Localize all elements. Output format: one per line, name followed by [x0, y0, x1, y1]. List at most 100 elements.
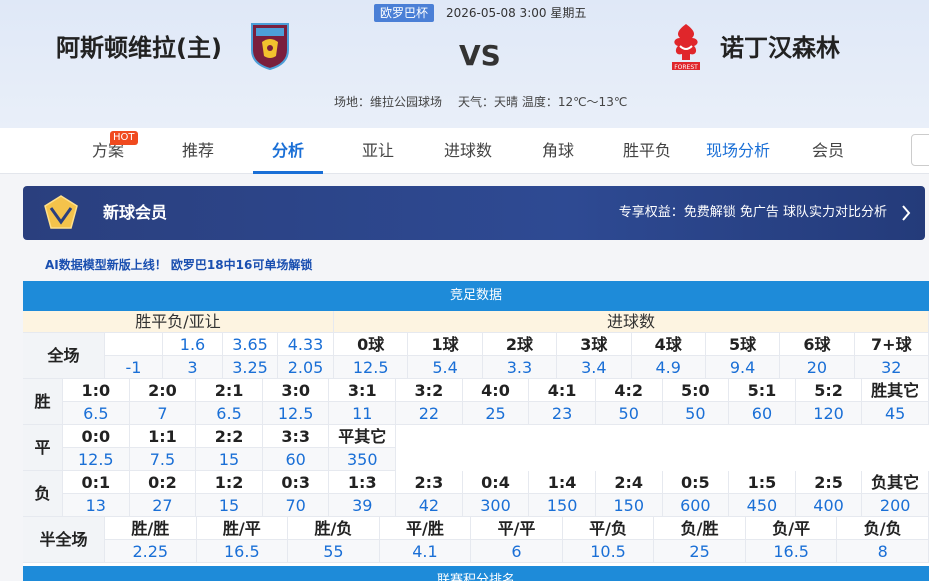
score-odds[interactable]: 45	[862, 402, 929, 425]
score-odds[interactable]: 12.5	[262, 402, 330, 425]
search-box[interactable]	[911, 134, 929, 166]
score-label: 1:5	[729, 471, 796, 494]
half-full-odds[interactable]: 8	[837, 540, 929, 563]
goal-count-label: 6球	[780, 333, 855, 356]
goal-count-odds[interactable]: 20	[780, 356, 855, 379]
score-label: 胜其它	[862, 379, 929, 402]
score-odds[interactable]: 15	[196, 494, 263, 517]
score-odds[interactable]: 120	[795, 402, 863, 425]
half-full-result: 胜/平	[196, 517, 289, 540]
aston-villa-crest-icon[interactable]	[250, 22, 290, 70]
score-odds[interactable]: 70	[262, 494, 330, 517]
score-label: 5:1	[729, 379, 796, 402]
tab-shengpingfu[interactable]: 胜平负	[620, 128, 674, 174]
score-odds[interactable]: 22	[396, 402, 463, 425]
tab-yarang[interactable]: 亚让	[352, 128, 404, 174]
score-odds[interactable]: 7.5	[129, 448, 197, 471]
score-odds[interactable]: 11	[329, 402, 397, 425]
handicap-odds[interactable]: -1	[105, 356, 163, 379]
tab-tuijian[interactable]: 推荐	[172, 128, 224, 174]
goals-header: 进球数	[334, 311, 929, 333]
goal-count-odds[interactable]: 3.4	[557, 356, 632, 379]
half-full-odds[interactable]: 16.5	[745, 540, 838, 563]
tab-huiyuan[interactable]: 会员	[804, 128, 852, 174]
spf-odds[interactable]: 1.6	[163, 333, 223, 356]
score-odds[interactable]: 150	[529, 494, 596, 517]
score-label: 2:1	[196, 379, 263, 402]
score-label: 0:5	[662, 471, 730, 494]
score-odds[interactable]: 450	[729, 494, 796, 517]
tab-fenxi[interactable]: 分析	[253, 128, 323, 174]
score-odds[interactable]: 12.5	[63, 448, 130, 471]
half-full-odds[interactable]: 10.5	[562, 540, 655, 563]
score-odds[interactable]: 200	[862, 494, 929, 517]
score-label: 3:0	[262, 379, 330, 402]
half-full-result: 平/胜	[379, 517, 472, 540]
score-label: 平其它	[329, 425, 397, 448]
score-odds[interactable]: 400	[795, 494, 863, 517]
ai-promo-link[interactable]: AI数据模型新版上线！ 欧罗巴18中16可单场解锁	[45, 257, 312, 273]
handicap-odds[interactable]: 3	[163, 356, 223, 379]
score-odds[interactable]: 7	[129, 402, 197, 425]
away-team-name[interactable]: 诺丁汉森林	[720, 30, 840, 66]
score-odds[interactable]: 27	[129, 494, 197, 517]
score-row-label: 负	[23, 471, 63, 517]
venue-text: 场地：维拉公园球场	[334, 95, 443, 109]
tab-xianchang[interactable]: 现场分析	[702, 128, 774, 174]
score-odds[interactable]: 42	[396, 494, 463, 517]
score-odds[interactable]: 60	[729, 402, 796, 425]
score-label: 2:3	[396, 471, 463, 494]
half-full-odds[interactable]: 4.1	[379, 540, 472, 563]
score-row-label: 平	[23, 425, 63, 471]
chevron-right-icon	[902, 205, 911, 221]
goal-count-odds[interactable]: 4.9	[631, 356, 706, 379]
goal-count-odds[interactable]: 9.4	[705, 356, 781, 379]
main-nav: 方案 推荐 分析 亚让 进球数 角球 胜平负 现场分析 会员	[0, 128, 929, 174]
home-team-name[interactable]: 阿斯顿维拉(主)	[56, 30, 222, 66]
score-label: 4:0	[462, 379, 530, 402]
half-full-odds[interactable]: 2.25	[105, 540, 197, 563]
score-odds[interactable]: 300	[462, 494, 530, 517]
goal-count-odds[interactable]: 12.5	[334, 356, 409, 379]
score-label: 0:4	[462, 471, 530, 494]
half-full-result: 负/平	[745, 517, 838, 540]
tab-jinqiushu[interactable]: 进球数	[440, 128, 496, 174]
score-odds[interactable]: 150	[595, 494, 663, 517]
score-odds[interactable]: 25	[462, 402, 530, 425]
spf-odds[interactable]	[105, 333, 163, 356]
handicap-odds[interactable]: 2.05	[278, 356, 334, 379]
handicap-odds[interactable]: 3.25	[223, 356, 278, 379]
vip-banner[interactable]: 新球会员 专享权益：免费解锁 免广告 球队实力对比分析	[23, 186, 925, 240]
score-odds[interactable]: 600	[662, 494, 730, 517]
goal-count-odds[interactable]: 3.3	[482, 356, 558, 379]
score-odds[interactable]: 6.5	[63, 402, 130, 425]
score-odds[interactable]: 15	[196, 448, 263, 471]
score-label: 2:5	[795, 471, 863, 494]
score-odds[interactable]: 350	[329, 448, 397, 471]
half-full-odds[interactable]: 16.5	[196, 540, 289, 563]
score-odds[interactable]: 39	[329, 494, 397, 517]
weather-text: 天气：天晴 温度：12℃～13℃	[458, 95, 628, 109]
score-odds[interactable]: 60	[262, 448, 330, 471]
hot-badge: HOT	[110, 131, 138, 145]
half-full-result: 平/平	[471, 517, 563, 540]
svg-text:FOREST: FOREST	[674, 64, 698, 71]
tab-jiaoqiu[interactable]: 角球	[533, 128, 583, 174]
league-badge[interactable]: 欧罗巴杯	[374, 4, 435, 22]
spf-odds[interactable]: 3.65	[223, 333, 278, 356]
score-odds[interactable]: 50	[662, 402, 730, 425]
spf-odds[interactable]: 4.33	[278, 333, 334, 356]
nottingham-forest-crest-icon[interactable]: FOREST	[668, 22, 704, 72]
goal-count-label: 4球	[631, 333, 706, 356]
score-label: 0:0	[63, 425, 130, 448]
score-odds[interactable]: 23	[529, 402, 596, 425]
goal-count-odds[interactable]: 32	[854, 356, 929, 379]
half-full-odds[interactable]: 6	[471, 540, 563, 563]
half-full-odds[interactable]: 55	[288, 540, 380, 563]
score-odds[interactable]: 6.5	[196, 402, 263, 425]
full-label: 全场	[23, 333, 105, 379]
goal-count-odds[interactable]: 5.4	[408, 356, 483, 379]
score-odds[interactable]: 13	[63, 494, 130, 517]
half-full-odds[interactable]: 25	[654, 540, 746, 563]
score-odds[interactable]: 50	[595, 402, 663, 425]
